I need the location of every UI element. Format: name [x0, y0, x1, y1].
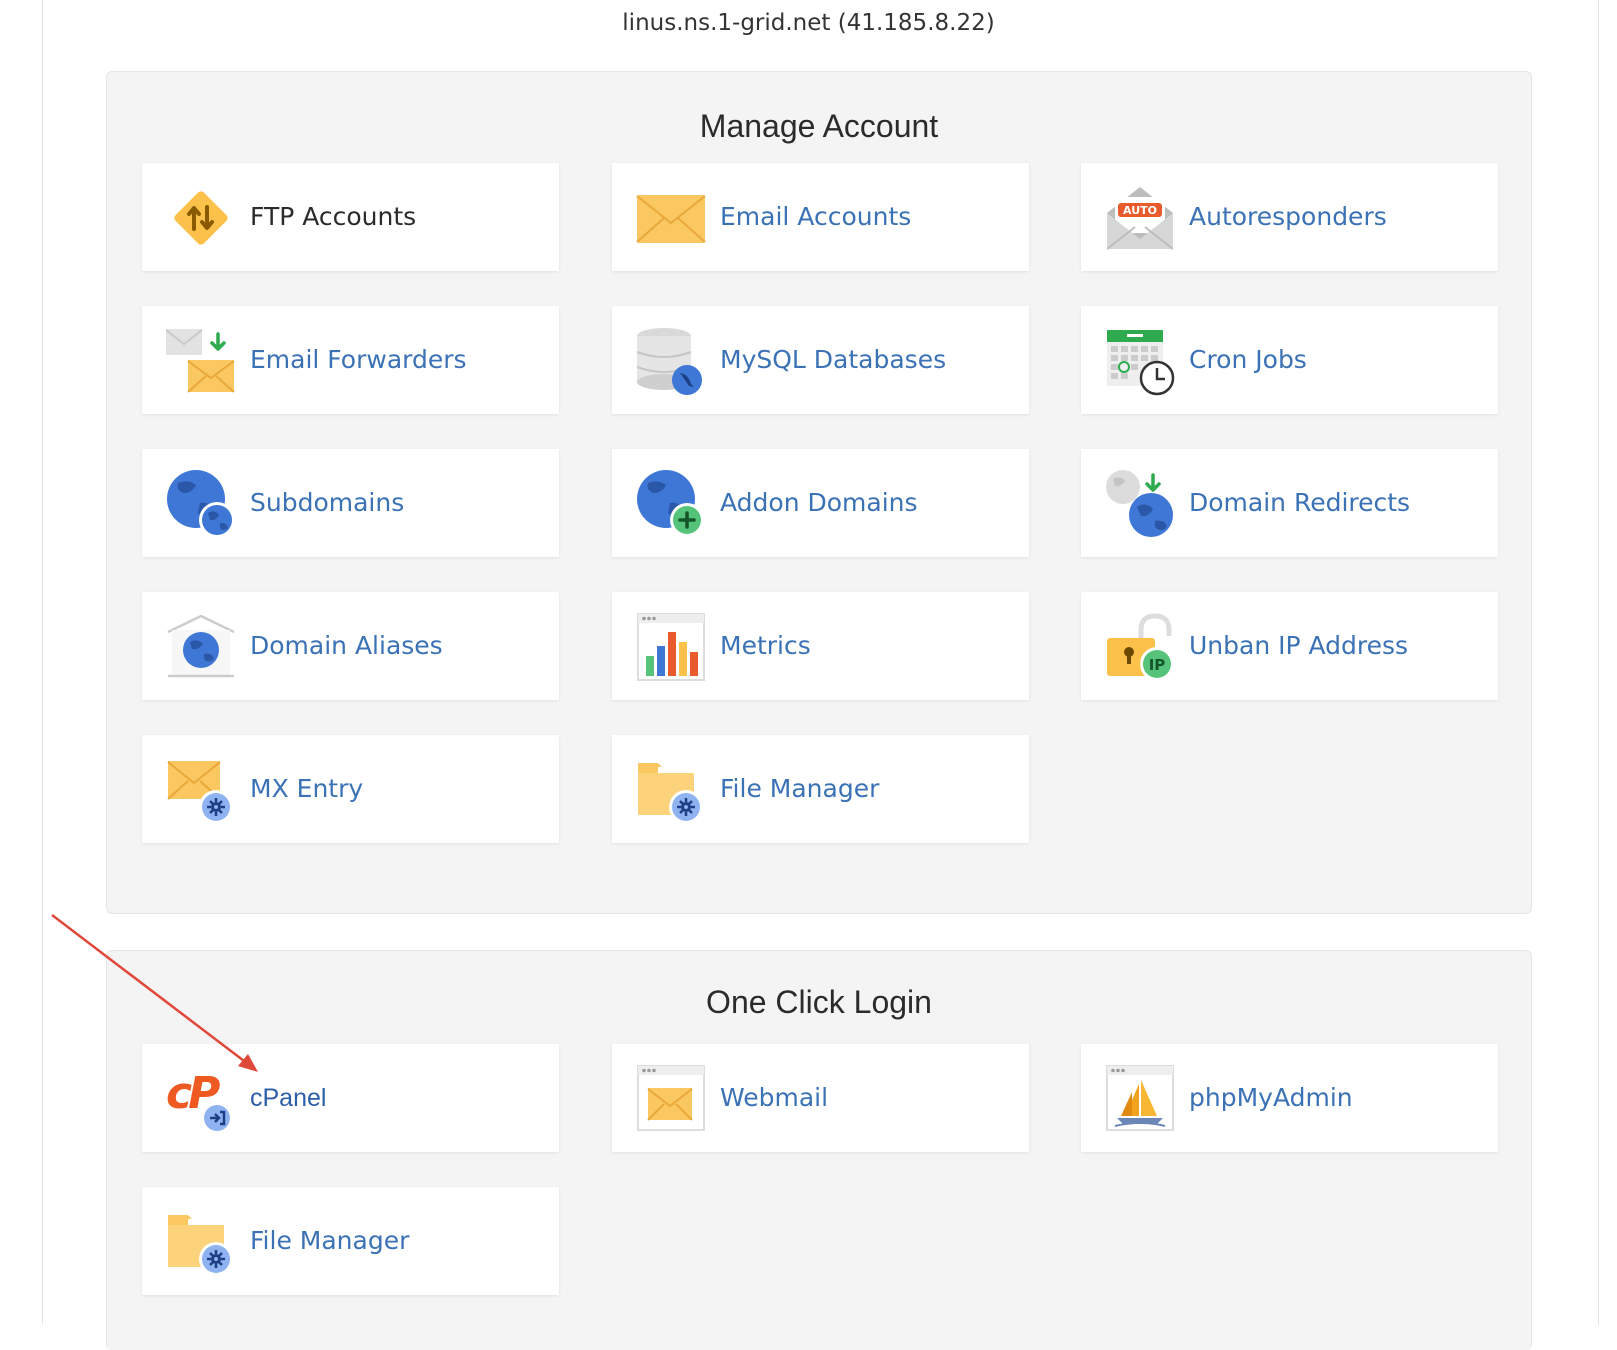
folder-gear-icon [636, 755, 706, 825]
tile-label: Cron Jobs [1189, 345, 1307, 374]
server-info: linus.ns.1-grid.net (41.185.8.22) [622, 10, 995, 36]
tile-webmail[interactable]: Webmail [612, 1044, 1029, 1152]
one-click-login-title: One Click Login [706, 984, 932, 1020]
bar-chart-icon [636, 612, 706, 682]
autoresponder-icon: AUTO [1105, 183, 1175, 253]
page-border-left [42, 0, 43, 1325]
tile-label: File Manager [720, 774, 880, 803]
one-click-login-panel: One Click Login cP cPanel Webmail phpMyA… [106, 950, 1532, 1350]
tile-addon-domains[interactable]: Addon Domains [612, 449, 1029, 557]
padlock-ip-icon: IP [1105, 612, 1175, 682]
globe-house-icon [166, 612, 236, 682]
tile-phpmyadmin[interactable]: phpMyAdmin [1081, 1044, 1498, 1152]
tile-mx-entry[interactable]: MX Entry [142, 735, 559, 843]
tile-label: Email Accounts [720, 202, 912, 231]
ftp-icon [166, 183, 236, 253]
tile-email-forwarders[interactable]: Email Forwarders [142, 306, 559, 414]
tile-cron-jobs[interactable]: Cron Jobs [1081, 306, 1498, 414]
tile-label: Subdomains [250, 488, 405, 517]
tile-mysql-databases[interactable]: MySQL Databases [612, 306, 1029, 414]
auto-badge: AUTO [1123, 204, 1157, 217]
globe-plus-icon [636, 469, 706, 539]
tile-label: Metrics [720, 631, 811, 660]
database-icon [636, 326, 706, 396]
tile-label: Autoresponders [1189, 202, 1387, 231]
tile-label: cPanel [250, 1084, 327, 1112]
email-icon [636, 183, 706, 253]
globe-icon [166, 469, 236, 539]
tile-subdomains[interactable]: Subdomains [142, 449, 559, 557]
tile-file-manager-login[interactable]: File Manager [142, 1187, 559, 1295]
ip-badge: IP [1149, 656, 1166, 674]
globe-redirect-icon [1105, 469, 1175, 539]
email-forwarder-icon [166, 326, 236, 396]
tile-ftp-accounts[interactable]: FTP Accounts [142, 163, 559, 271]
tile-file-manager[interactable]: File Manager [612, 735, 1029, 843]
manage-account-panel: Manage Account FTP Accounts Email Accoun… [106, 71, 1532, 914]
manage-account-title: Manage Account [699, 108, 939, 144]
tile-label: Email Forwarders [250, 345, 467, 374]
mail-gear-icon [166, 755, 236, 825]
tile-label: FTP Accounts [250, 202, 417, 231]
cpanel-logo-icon: cP [166, 1064, 236, 1134]
tile-label: File Manager [250, 1226, 410, 1255]
tile-metrics[interactable]: Metrics [612, 592, 1029, 700]
tile-label: Unban IP Address [1189, 631, 1409, 660]
phpmyadmin-icon [1105, 1064, 1175, 1134]
tile-label: Webmail [720, 1083, 829, 1112]
page-border-right [1598, 0, 1599, 1325]
tile-label: Domain Aliases [250, 631, 443, 660]
calendar-clock-icon [1105, 326, 1175, 396]
tile-label: Domain Redirects [1189, 488, 1411, 517]
tile-label: MX Entry [250, 774, 364, 803]
tile-label: Addon Domains [720, 488, 918, 517]
tile-domain-redirects[interactable]: Domain Redirects [1081, 449, 1498, 557]
tile-email-accounts[interactable]: Email Accounts [612, 163, 1029, 271]
folder-gear-icon [166, 1207, 236, 1277]
tile-cpanel[interactable]: cP cPanel [142, 1044, 559, 1152]
tile-unban-ip-address[interactable]: IP Unban IP Address [1081, 592, 1498, 700]
tile-domain-aliases[interactable]: Domain Aliases [142, 592, 559, 700]
tile-autoresponders[interactable]: AUTO Autoresponders [1081, 163, 1498, 271]
tile-label: MySQL Databases [720, 345, 947, 374]
webmail-icon [636, 1064, 706, 1134]
tile-label: phpMyAdmin [1189, 1083, 1353, 1112]
